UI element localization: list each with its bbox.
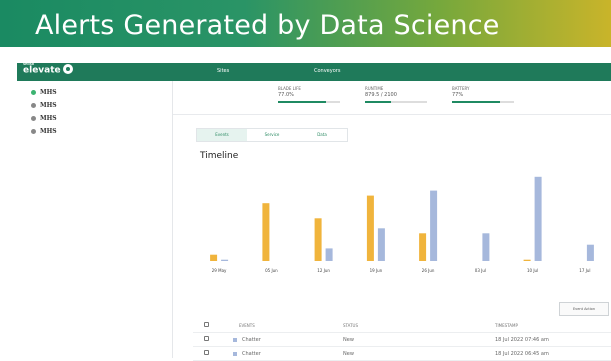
x-tick-label: 05 Jun	[265, 268, 278, 273]
stat-label: RUNTIME	[365, 86, 384, 91]
x-tick-label: 19 Jun	[370, 268, 383, 273]
brand-logo[interactable]: SENSR elevate	[23, 62, 73, 76]
stat-value: 77.0%	[278, 92, 294, 98]
table-header: EVENTS STATUS TIMESTAMP	[193, 319, 611, 333]
site-label: MHS	[40, 115, 57, 122]
status-dot-icon	[31, 90, 36, 95]
tab-events[interactable]: Events	[197, 129, 247, 141]
chart-bar[interactable]	[314, 218, 322, 261]
site-label: MHS	[40, 102, 57, 109]
chart-bar[interactable]	[377, 228, 385, 261]
event-name: Chatter	[242, 337, 261, 343]
site-label: MHS	[40, 128, 57, 135]
stat-value: 77%	[452, 92, 464, 98]
stat-label: BATTERY	[452, 86, 470, 91]
event-cell: Chatter	[233, 337, 261, 343]
stat-value: 879.5 / 2100	[365, 92, 397, 98]
sidebar-item-site[interactable]: MHS	[31, 89, 57, 96]
sidebar: MHS MHS MHS MHS	[17, 81, 173, 358]
status-dot-icon	[31, 116, 36, 121]
stat-progress	[278, 101, 340, 103]
x-tick-label: 03 Jul	[475, 268, 486, 273]
sidebar-item-site[interactable]: MHS	[31, 115, 57, 122]
tab-service[interactable]: Service	[247, 129, 297, 141]
row-checkbox[interactable]	[204, 350, 209, 355]
status-cell: New	[343, 351, 354, 357]
sidebar-item-site[interactable]: MHS	[31, 128, 57, 135]
status-cell: New	[343, 337, 354, 343]
row-checkbox[interactable]	[204, 336, 209, 341]
chart-bar[interactable]	[210, 254, 218, 261]
timeline-chart: 29 May 05 Jun 12 Jun 19 Jun 26 Jun 03 Jul 10 J…	[210, 176, 594, 273]
stats-strip: BLADE LIFE 77.0% RUNTIME 879.5 / 2100 BA…	[173, 81, 611, 115]
stat-progress-fill	[452, 101, 500, 103]
column-header-timestamp: TIMESTAMP	[495, 323, 518, 328]
tab-data[interactable]: Data	[297, 129, 347, 141]
stat-blade-life: BLADE LIFE 77.0%	[278, 86, 340, 103]
x-tick-label: 12 Jun	[317, 268, 330, 273]
x-tick-label: 29 May	[212, 268, 227, 273]
events-table: EVENTS STATUS TIMESTAMP Chatter New 18 J…	[193, 319, 611, 361]
brand-name: elevate	[23, 65, 61, 76]
column-header-status: STATUS	[343, 323, 359, 328]
status-dot-icon	[31, 129, 36, 134]
table-row[interactable]: Chatter New 18 Jul 2022 07:46 am	[193, 333, 611, 347]
chart-bar[interactable]	[523, 259, 531, 261]
brand-subtitle: SENSR	[23, 62, 35, 66]
stat-progress-fill	[365, 101, 392, 103]
nav-conveyors[interactable]: Conveyors	[314, 68, 340, 74]
stat-label: BLADE LIFE	[278, 86, 301, 91]
nav-sites[interactable]: Sites	[217, 68, 229, 74]
chart-bar[interactable]	[430, 190, 438, 261]
event-action-button[interactable]: Event Action	[559, 302, 609, 316]
main-panel: BLADE LIFE 77.0% RUNTIME 879.5 / 2100 BA…	[173, 81, 611, 361]
chart-bar[interactable]	[534, 176, 542, 261]
stat-battery: BATTERY 77%	[452, 86, 514, 103]
stat-progress	[452, 101, 514, 103]
stat-progress-fill	[278, 101, 326, 103]
chart-bar[interactable]	[482, 233, 490, 261]
chart-bar[interactable]	[419, 233, 427, 261]
chart-bar[interactable]	[586, 244, 594, 261]
table-row[interactable]: Chatter New 18 Jul 2022 06:45 am	[193, 347, 611, 361]
status-dot-icon	[31, 103, 36, 108]
event-cell: Chatter	[233, 351, 261, 357]
chart-bar[interactable]	[221, 259, 229, 261]
chart-bar[interactable]	[262, 203, 270, 261]
stat-runtime: RUNTIME 879.5 / 2100	[365, 86, 427, 103]
banner-title: Alerts Generated by Data Science	[35, 10, 500, 41]
x-tick-label: 10 Jul	[527, 268, 538, 273]
sidebar-item-site[interactable]: MHS	[31, 102, 57, 109]
x-tick-label: 26 Jun	[422, 268, 435, 273]
chart-bar[interactable]	[366, 195, 374, 261]
column-header-events: EVENTS	[239, 323, 255, 328]
top-app-bar: SENSR elevate Sites Conveyors	[17, 62, 611, 81]
event-tag-icon	[233, 351, 237, 356]
chart-bar[interactable]	[325, 248, 333, 261]
title-banner: Alerts Generated by Data Science	[0, 0, 611, 47]
site-label: MHS	[40, 89, 57, 96]
event-tag-icon	[233, 337, 237, 342]
stat-progress	[365, 101, 427, 103]
select-all-checkbox[interactable]	[204, 322, 209, 327]
x-tick-label: 17 Jul	[579, 268, 590, 273]
tab-bar: Events Service Data	[196, 128, 348, 142]
timestamp-cell: 18 Jul 2022 07:46 am	[495, 337, 549, 343]
event-name: Chatter	[242, 351, 261, 357]
timeline-title: Timeline	[200, 151, 239, 161]
timestamp-cell: 18 Jul 2022 06:45 am	[495, 351, 549, 357]
brand-mark-icon	[62, 64, 73, 74]
